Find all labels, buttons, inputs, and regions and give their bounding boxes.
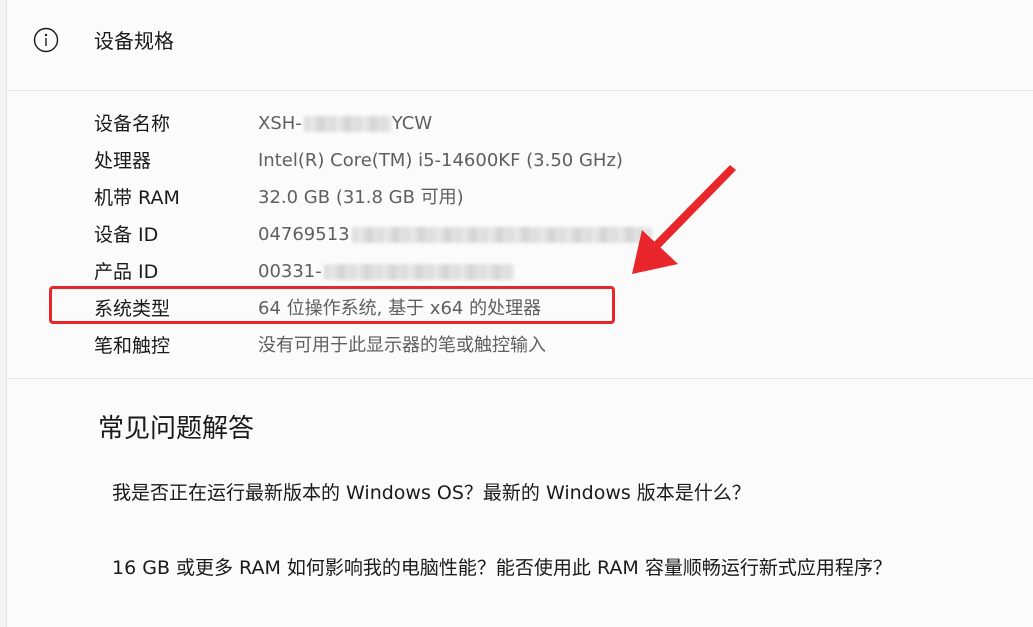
spec-value: 00331- — [258, 260, 514, 284]
redacted-text — [323, 264, 514, 280]
specs-list: 设备名称 XSH- YCW 处理器 Intel(R) Core(TM) i5-14… — [7, 91, 1033, 379]
spec-label: 笔和触控 — [94, 335, 171, 357]
spec-row-device-id: 设备 ID 04769513 — [94, 216, 994, 253]
spec-value: 04769513 — [258, 223, 652, 247]
faq-title: 常见问题解答 — [98, 414, 255, 444]
device-specs-header[interactable]: 设备规格 — [7, 0, 1033, 91]
spec-value: 32.0 GB (31.8 GB 可用) — [258, 187, 464, 208]
spec-label: 产品 ID — [94, 261, 159, 283]
spec-row-processor: 处理器 Intel(R) Core(TM) i5-14600KF (3.50 G… — [94, 142, 994, 179]
spec-row-pen-touch: 笔和触控 没有可用于此显示器的笔或触控输入 — [94, 327, 994, 364]
spec-row-ram: 机带 RAM 32.0 GB (31.8 GB 可用) — [94, 179, 994, 216]
spec-value: XSH- YCW — [258, 113, 433, 134]
spec-value: 没有可用于此显示器的笔或触控输入 — [258, 335, 546, 356]
spec-row-product-id: 产品 ID 00331- — [94, 253, 994, 290]
spec-label: 处理器 — [94, 150, 152, 172]
redacted-text — [303, 116, 392, 132]
section-title: 设备规格 — [94, 29, 174, 53]
faq-link-latest-windows[interactable]: 我是否正在运行最新版本的 Windows OS？最新的 Windows 版本是什… — [112, 480, 751, 506]
spec-row-device-name: 设备名称 XSH- YCW — [94, 105, 994, 142]
spec-label: 设备名称 — [94, 113, 171, 135]
spec-value: Intel(R) Core(TM) i5-14600KF (3.50 GHz) — [258, 150, 623, 171]
faq-link-ram-performance[interactable]: 16 GB 或更多 RAM 如何影响我的电脑性能？能否使用此 RAM 容量顺畅运… — [112, 555, 892, 581]
red-arrow-annotation — [632, 165, 736, 274]
spec-label: 设备 ID — [94, 224, 159, 246]
redacted-text — [351, 227, 652, 243]
highlight-box-annotation — [49, 286, 615, 324]
info-icon — [33, 27, 59, 53]
spec-label: 机带 RAM — [94, 187, 180, 209]
